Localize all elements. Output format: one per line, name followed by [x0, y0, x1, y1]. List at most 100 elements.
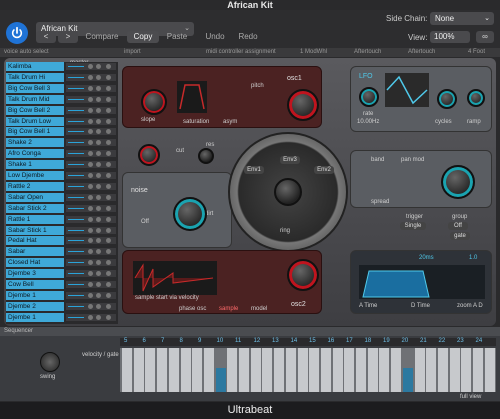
trigger-dropdown[interactable]: Single [400, 222, 426, 230]
full-view-button[interactable]: full view [460, 394, 481, 400]
drum-voice-row[interactable]: Sabar Stick 2 [6, 203, 118, 214]
pan-dot[interactable] [106, 282, 111, 287]
mute-dot[interactable] [88, 85, 93, 91]
step-number[interactable]: 16 [328, 338, 335, 344]
drum-voice-controls[interactable] [66, 281, 116, 288]
drum-voice-controls[interactable] [66, 139, 116, 147]
drum-voice-name[interactable]: Talk Drum Hi [6, 72, 64, 82]
pan-dot[interactable] [106, 194, 111, 200]
sequencer-step[interactable] [473, 348, 483, 392]
drum-voice-name[interactable]: Shake 1 [6, 160, 64, 170]
mute-dot[interactable] [88, 151, 93, 157]
mute-dot[interactable] [88, 314, 93, 320]
drum-voice-controls[interactable] [66, 106, 116, 114]
cutoff-knob[interactable] [138, 144, 160, 166]
lfo-rate-knob[interactable] [359, 87, 379, 107]
step-number[interactable]: 23 [457, 338, 464, 344]
step-number[interactable]: 9 [198, 338, 201, 344]
drum-voice-controls[interactable] [66, 117, 116, 125]
drum-voice-controls[interactable] [66, 270, 116, 278]
sequencer-step[interactable] [285, 348, 296, 392]
step-number[interactable]: 18 [365, 338, 372, 344]
drum-voice-controls[interactable] [66, 150, 116, 158]
sequencer-step[interactable] [367, 348, 378, 392]
solo-dot[interactable] [96, 194, 101, 200]
drum-voice-name[interactable]: Big Cow Bell 1 [6, 127, 64, 137]
drum-voice-row[interactable]: Shake 2 [6, 138, 118, 148]
pan-dot[interactable] [106, 74, 111, 80]
solo-dot[interactable] [96, 314, 101, 320]
mute-dot[interactable] [88, 183, 93, 189]
drum-voice-controls[interactable] [66, 84, 116, 92]
solo-dot[interactable] [96, 227, 101, 233]
pan-dot[interactable] [106, 173, 111, 178]
step-number[interactable]: 17 [346, 338, 353, 344]
mute-dot[interactable] [88, 260, 93, 266]
mute-dot[interactable] [88, 205, 93, 211]
slope-knob[interactable] [141, 89, 167, 115]
step-number[interactable]: 14 [291, 338, 298, 344]
swing-knob[interactable] [40, 352, 60, 372]
drum-voice-row[interactable]: Rattle 1 [6, 214, 118, 225]
pan-dot[interactable] [106, 205, 111, 211]
side-chain-dropdown[interactable]: None ⌄ [430, 12, 494, 25]
sequencer-step[interactable] [449, 348, 460, 392]
mute-dot[interactable] [88, 118, 93, 124]
drum-voice-name[interactable]: Kalimba [6, 62, 64, 71]
step-number[interactable]: 8 [180, 338, 183, 344]
sequencer-step[interactable] [180, 348, 191, 392]
mute-dot[interactable] [88, 173, 93, 178]
sequencer-step[interactable] [262, 348, 273, 392]
sequencer-step[interactable] [391, 348, 402, 392]
pan-dot[interactable] [106, 151, 111, 157]
pan-dot[interactable] [106, 227, 111, 233]
pan-dot[interactable] [106, 271, 111, 277]
drum-voice-name[interactable]: Big Cow Bell 3 [6, 83, 64, 93]
drum-voice-row[interactable]: Talk Drum Hi [6, 72, 118, 83]
solo-dot[interactable] [96, 238, 101, 244]
step-number[interactable]: 6 [143, 338, 146, 344]
step-number[interactable]: 12 [254, 338, 261, 344]
sequencer-step[interactable] [250, 348, 261, 392]
drum-voice-controls[interactable] [66, 313, 116, 321]
drum-voice-row[interactable]: Shake 1 [6, 160, 118, 170]
sequencer-step[interactable] [320, 348, 331, 392]
step-number[interactable]: 24 [476, 338, 483, 344]
envelope-display[interactable] [359, 265, 485, 299]
drum-voice-name[interactable]: Sabar [6, 247, 64, 257]
solo-dot[interactable] [96, 173, 101, 178]
mute-dot[interactable] [88, 292, 93, 298]
zoom-label[interactable]: zoom A D [457, 303, 483, 309]
step-number[interactable]: 7 [161, 338, 164, 344]
sequencer-step[interactable] [414, 348, 425, 392]
drum-voice-row[interactable]: Djembe 1 [6, 290, 118, 301]
solo-dot[interactable] [96, 292, 101, 298]
drum-voice-controls[interactable] [66, 204, 116, 212]
pan-dot[interactable] [106, 303, 111, 309]
sequencer-step[interactable] [157, 348, 168, 392]
drum-voice-name[interactable]: Sabar Stick 2 [6, 203, 64, 213]
drum-voice-controls[interactable] [66, 128, 116, 136]
mute-dot[interactable] [88, 227, 93, 233]
drum-voice-name[interactable]: Low Djembe [6, 171, 64, 180]
sample-tab[interactable]: sample [219, 306, 238, 312]
pan-dot[interactable] [106, 129, 111, 135]
sequencer-step[interactable] [239, 348, 249, 392]
drum-voice-controls[interactable] [66, 63, 116, 70]
sequencer-step[interactable] [332, 348, 343, 392]
step-number[interactable]: 20 [402, 338, 409, 344]
resonance-knob[interactable] [198, 148, 214, 164]
drum-voice-row[interactable]: Closed Hat [6, 258, 118, 268]
env1-button[interactable]: Env1 [244, 166, 264, 174]
step-number[interactable]: 19 [383, 338, 390, 344]
osc2-volume-knob[interactable] [287, 259, 319, 291]
lfo-ramp-knob[interactable] [467, 89, 485, 107]
drum-voice-controls[interactable] [66, 291, 116, 299]
pan-dot[interactable] [106, 118, 111, 124]
previous-preset-button[interactable]: < [36, 31, 56, 43]
solo-dot[interactable] [96, 271, 101, 277]
drum-voice-row[interactable]: Big Cow Bell 2 [6, 105, 118, 116]
drum-voice-controls[interactable] [66, 95, 116, 103]
step-number[interactable]: 10 [217, 338, 224, 344]
drum-voice-name[interactable]: Talk Drum Mid [6, 94, 64, 104]
